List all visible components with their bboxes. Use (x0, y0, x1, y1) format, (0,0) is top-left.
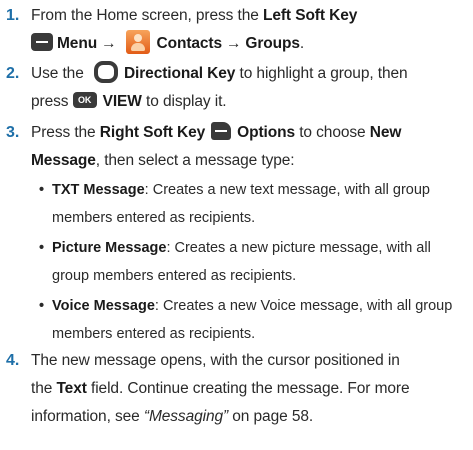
view-label: VIEW (102, 93, 142, 110)
messaging-reference: “Messaging” (143, 408, 229, 425)
step-line: Press the Right Soft Key Options to choos… (31, 119, 466, 147)
groups-label: Groups (245, 35, 300, 52)
step-number: 1. (6, 7, 20, 24)
ok-key-icon: OK (72, 91, 97, 108)
text-run: Press the (31, 124, 100, 141)
text-run: group members entered as recipients. (52, 268, 297, 284)
text-run: : Creates a new text message, with all g… (144, 182, 430, 198)
text-field-label: Text (56, 380, 87, 397)
text-run: on page 58. (228, 408, 314, 425)
contacts-icon (126, 29, 151, 54)
menu-label: Menu (57, 35, 98, 52)
list-item-text: TXT Message: Creates a new text message,… (52, 176, 469, 232)
step-line: press OK VIEW to display it. (31, 88, 466, 116)
options-label: Options (237, 124, 296, 141)
bullet-glyph: • (39, 182, 45, 198)
step-number: 2. (6, 65, 20, 82)
text-run: press (31, 93, 73, 110)
bullet-glyph: • (39, 240, 45, 256)
list-item-text: Voice Message: Creates a new Voice messa… (52, 292, 469, 348)
text-run: : Creates a new Voice message, with all … (154, 298, 453, 314)
step-line: Use the Directional Key to highlight a g… (31, 60, 466, 88)
text-run: : Creates a new picture message, with al… (166, 240, 431, 256)
text-run: to display it. (141, 93, 227, 110)
text-run: to highlight a group, then (235, 65, 408, 82)
instruction-page: 1. From the Home screen, press the Left … (0, 0, 473, 450)
contacts-label: Contacts (156, 35, 222, 52)
text-run: . (299, 35, 305, 52)
message-label: Message (31, 152, 96, 169)
text-run: Use the (31, 65, 88, 82)
left-soft-key-icon (31, 32, 53, 51)
step-text: Press the Right Soft Key Options to choos… (31, 119, 466, 175)
step-line: Voice Message: Creates a new Voice messa… (52, 292, 469, 320)
text-run: members entered as recipients. (52, 210, 256, 226)
step-text: The new message opens, with the cursor p… (31, 347, 466, 431)
text-run: information, see (31, 408, 144, 425)
step-line: Message, then select a message type: (31, 147, 466, 175)
list-item-text: Picture Message: Creates a new picture m… (52, 234, 469, 290)
text-run: to choose (295, 124, 370, 141)
bullet-glyph: • (39, 298, 45, 314)
bullet-title: TXT Message (52, 182, 145, 198)
step-line: From the Home screen, press the Left Sof… (31, 2, 466, 30)
step-number: 4. (6, 352, 20, 369)
step-line: TXT Message: Creates a new text message,… (52, 176, 469, 204)
text-run: From the Home screen, press the (31, 7, 263, 24)
step-line: the Text field. Continue creating the me… (31, 375, 466, 403)
text-run: , then select a message type: (95, 152, 295, 169)
arrow-glyph: → (226, 35, 242, 52)
step-line: information, see “Messaging” on page 58. (31, 403, 466, 431)
text-run: the (31, 380, 57, 397)
bullet-title: Picture Message (52, 240, 167, 256)
arrow-glyph: → (101, 35, 117, 52)
left-soft-key-label: Left Soft Key (262, 7, 358, 24)
right-soft-key-icon (211, 121, 232, 140)
directional-key-icon (93, 60, 118, 83)
step-line: Menu → Contacts → Groups. (31, 29, 466, 58)
text-run: members entered as recipients. (52, 326, 256, 342)
text-run: field. Continue creating the message. Fo… (86, 380, 410, 397)
step-line: The new message opens, with the cursor p… (31, 352, 400, 369)
step-line: Picture Message: Creates a new picture m… (52, 234, 469, 262)
new-label: New (369, 124, 402, 141)
directional-key-label: Directional Key (123, 65, 236, 82)
step-text: Use the Directional Key to highlight a g… (31, 60, 466, 116)
right-soft-key-label: Right Soft Key (99, 124, 206, 141)
step-number: 3. (6, 124, 20, 141)
step-text: From the Home screen, press the Left Sof… (31, 2, 466, 58)
bullet-title: Voice Message (52, 298, 155, 314)
